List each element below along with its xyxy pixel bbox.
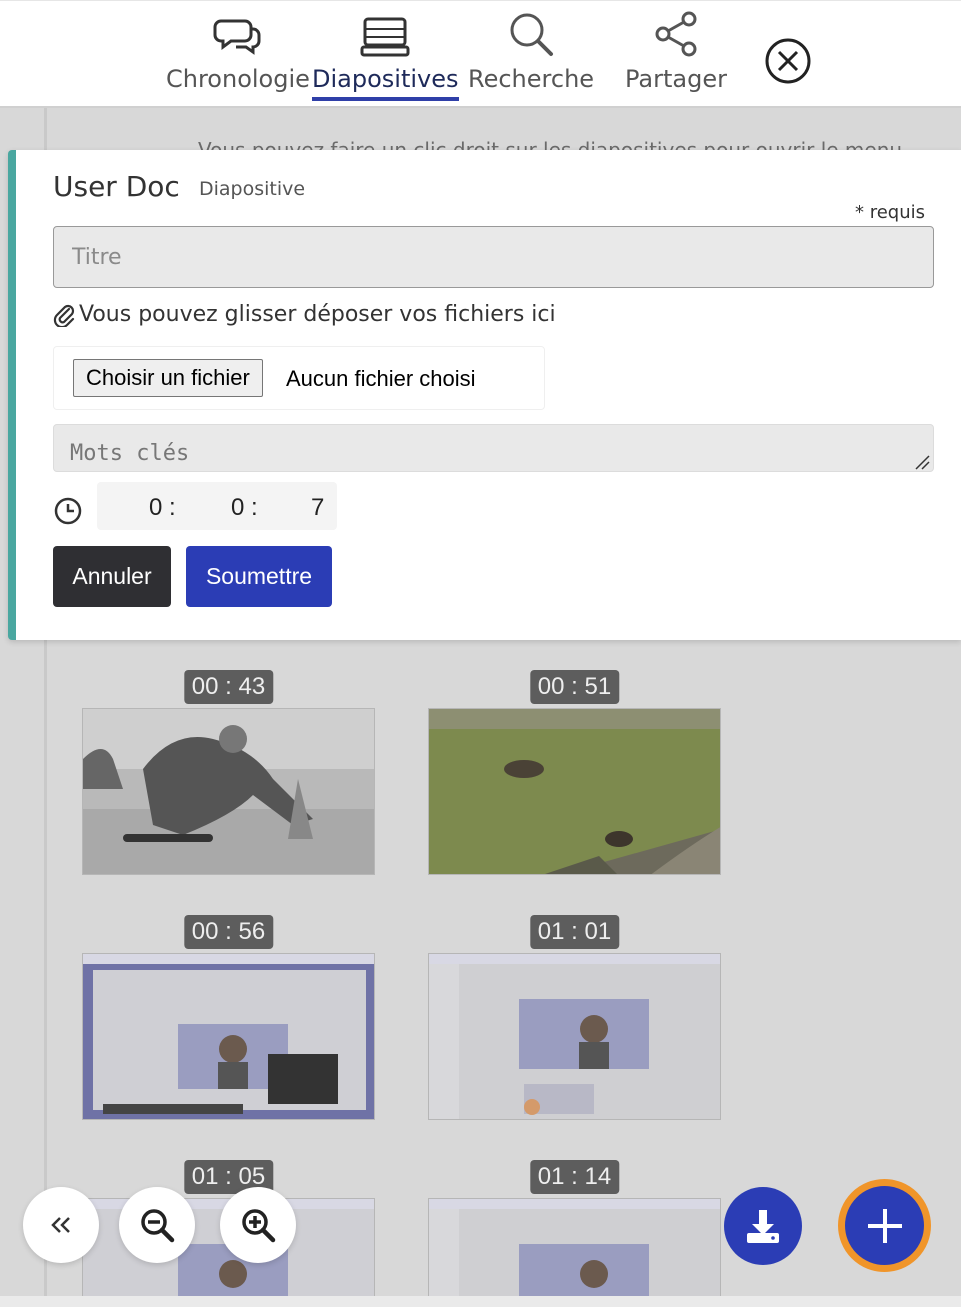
submit-button[interactable]: Soumettre xyxy=(186,546,332,607)
download-button[interactable] xyxy=(724,1187,802,1265)
plus-icon xyxy=(867,1208,902,1243)
slide-thumbnail[interactable] xyxy=(428,1198,721,1298)
time-minutes[interactable]: 0 xyxy=(231,494,244,522)
comments-icon xyxy=(213,19,261,55)
slide-thumbnail[interactable] xyxy=(82,708,375,875)
slide-thumbnail[interactable] xyxy=(82,953,375,1120)
cancel-button[interactable]: Annuler xyxy=(53,546,171,607)
slide-form-panel: User Doc Diapositive * requis Vous pouve… xyxy=(8,150,961,640)
context-menu-hint: Vous pouvez faire un clic droit sur les … xyxy=(198,138,903,150)
search-icon xyxy=(510,13,554,56)
top-navigation: Chronologie Diapositives Recherche Parta… xyxy=(0,0,961,108)
slide-thumbnail[interactable] xyxy=(428,953,721,1120)
form-subtitle: Diapositive xyxy=(199,178,306,200)
file-input: Choisir un fichier Aucun fichier choisi xyxy=(53,346,545,410)
resize-grip-icon[interactable] xyxy=(914,454,930,470)
time-hours[interactable]: 0 xyxy=(149,494,162,522)
keywords-field[interactable] xyxy=(53,424,934,472)
paperclip-icon xyxy=(53,304,75,327)
share-icon xyxy=(655,11,697,57)
time-input[interactable]: 0 : 0 : 7 xyxy=(97,482,337,530)
file-status: Aucun fichier choisi xyxy=(286,366,476,391)
title-input[interactable] xyxy=(53,226,934,288)
time-seconds[interactable]: 7 xyxy=(311,494,324,522)
time-separator: : xyxy=(251,494,258,521)
bottom-strip xyxy=(0,1296,961,1307)
tab-diapositives[interactable]: Diapositives xyxy=(312,9,459,101)
form-title: User Doc xyxy=(53,170,180,203)
tab-partager[interactable]: Partager xyxy=(625,9,727,93)
slide-timestamp: 01 : 01 xyxy=(529,915,620,949)
tab-label: Diapositives xyxy=(312,65,459,93)
clock-icon xyxy=(54,497,82,525)
time-separator: : xyxy=(169,494,176,521)
double-chevron-left-icon xyxy=(51,1217,70,1233)
slide-timestamp: 00 : 51 xyxy=(529,670,620,704)
zoom-out-button[interactable] xyxy=(119,1187,195,1263)
tab-label: Chronologie xyxy=(166,65,310,93)
tab-label: Partager xyxy=(625,65,727,93)
slide-thumbnail[interactable] xyxy=(428,708,721,875)
download-icon xyxy=(747,1210,779,1243)
laptop-icon xyxy=(360,17,410,57)
zoom-in-icon xyxy=(242,1209,276,1243)
zoom-out-icon xyxy=(141,1209,175,1243)
slide-timestamp: 01 : 14 xyxy=(529,1160,620,1194)
tab-recherche[interactable]: Recherche xyxy=(468,9,594,93)
choose-file-button[interactable]: Choisir un fichier xyxy=(73,359,263,397)
close-circle-icon[interactable] xyxy=(764,37,812,85)
add-slide-button[interactable] xyxy=(838,1179,931,1272)
slide-timestamp: 00 : 43 xyxy=(183,670,274,704)
slide-timestamp: 00 : 56 xyxy=(183,915,274,949)
tab-label: Recherche xyxy=(468,65,595,93)
drop-hint-text: Vous pouvez glisser déposer vos fichiers… xyxy=(79,302,556,327)
collapse-button[interactable] xyxy=(23,1187,99,1263)
required-note: * requis xyxy=(854,202,925,223)
tab-chronologie[interactable]: Chronologie xyxy=(166,9,310,93)
zoom-in-button[interactable] xyxy=(220,1187,296,1263)
drop-hint: Vous pouvez glisser déposer vos fichiers… xyxy=(53,302,556,327)
